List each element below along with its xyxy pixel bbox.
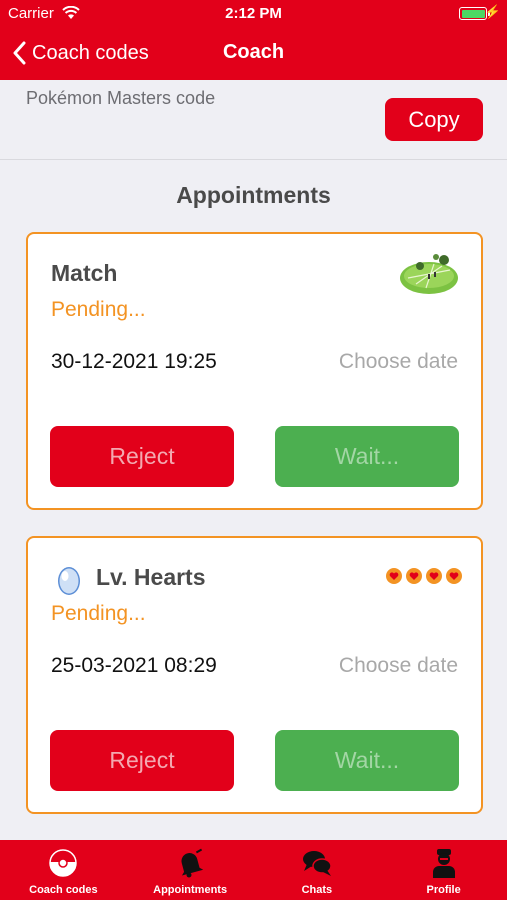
nav-bar: Coach codes Coach [0,28,507,80]
tab-profile[interactable]: Profile [380,840,507,900]
profile-icon [431,848,457,878]
wait-button[interactable]: Wait... [275,426,459,487]
appointment-card: Lv. Hearts Pending... 25-03-2021 08:29 C… [26,536,483,814]
tab-appointments[interactable]: Appointments [127,840,254,900]
tab-label: Chats [301,884,333,896]
reject-button[interactable]: Reject [50,426,234,487]
status-bar: Carrier 2:12 PM ⚡ [0,0,507,28]
code-section: Pokémon Masters code Copy [0,80,507,160]
wait-button[interactable]: Wait... [275,730,459,791]
choose-date-link[interactable]: Choose date [339,350,458,374]
pokeball-icon [48,848,78,878]
appointment-status: Pending... [51,602,146,625]
egg-icon [55,564,83,601]
appointment-name: Lv. Hearts [96,564,206,590]
back-button-label: Coach codes [32,41,149,64]
back-button[interactable]: Coach codes [12,38,149,68]
appointment-status: Pending... [51,298,146,321]
chevron-left-icon [13,41,26,65]
appointment-datetime: 30-12-2021 19:25 [51,350,217,373]
appointment-card: Match Pending... 30-12-2021 19:25 Choose… [26,232,483,510]
tab-label: Profile [426,884,461,896]
tab-label: Coach codes [29,884,98,896]
appointment-datetime: 25-03-2021 08:29 [51,654,217,677]
bell-icon [176,848,204,878]
reject-button[interactable]: Reject [50,730,234,791]
tab-bar: Coach codes Appointments Chats Profile [0,840,507,900]
tab-coach-codes[interactable]: Coach codes [0,840,127,900]
choose-date-link[interactable]: Choose date [339,654,458,678]
hearts-rating [385,567,463,590]
appointments-title: Appointments [176,182,331,208]
appointment-name: Match [51,260,118,286]
clock: 2:12 PM [225,5,282,22]
battery-icon [459,7,487,20]
code-label: Pokémon Masters code [26,88,216,108]
chat-icon [301,848,333,878]
tab-chats[interactable]: Chats [254,840,381,900]
copy-button[interactable]: Copy [385,98,483,141]
field-icon [398,248,460,301]
charging-icon: ⚡ [484,4,501,19]
tab-label: Appointments [153,884,228,896]
